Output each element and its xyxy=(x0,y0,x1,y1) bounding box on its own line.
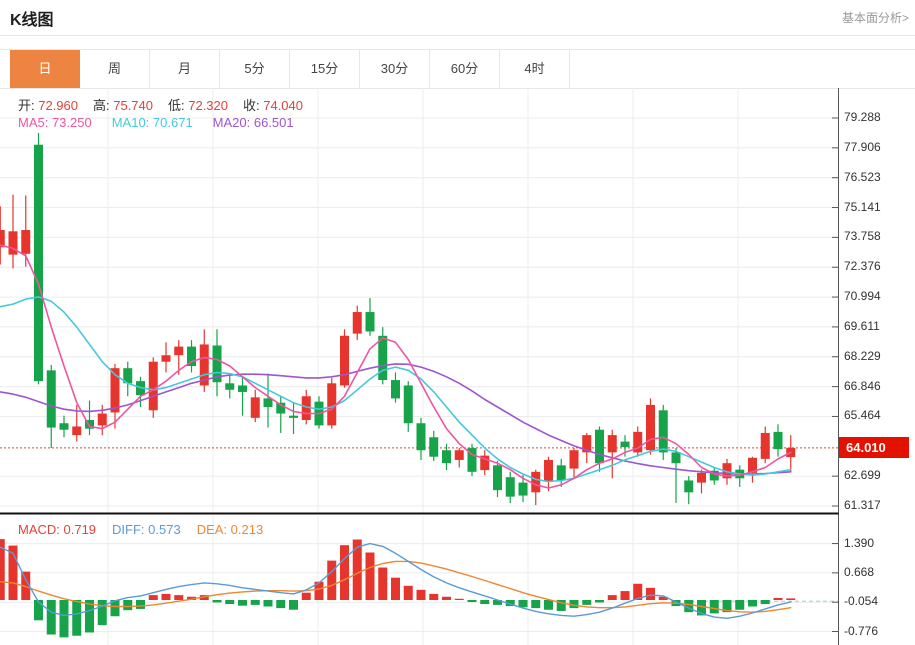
legend-item: MA10: 70.671 xyxy=(112,115,193,130)
axis-tick-label: 65.464 xyxy=(844,408,881,422)
legend-item: 低: 72.320 xyxy=(168,95,228,114)
legend-item: DEA: 0.213 xyxy=(197,522,264,537)
legend-item: MACD: 0.719 xyxy=(18,522,96,537)
ohlc-legend: 开: 72.960 高: 75.740 低: 72.320 收: 74.040 xyxy=(18,95,318,114)
legend-item: MA20: 66.501 xyxy=(213,115,294,130)
axis-tick-label: 75.141 xyxy=(844,200,881,214)
axis-tick-label: 62.699 xyxy=(844,468,881,482)
ma-legend: MA5: 73.250 MA10: 70.671 MA20: 66.501 xyxy=(18,115,314,130)
axis-tick-label: 66.846 xyxy=(844,379,881,393)
axis-tick-label: 68.229 xyxy=(844,349,881,363)
axis-tick-label: -0.776 xyxy=(844,624,878,638)
candles-layer xyxy=(0,133,795,505)
axis-tick-label: 79.288 xyxy=(844,110,881,124)
axis-tick-label: 0.668 xyxy=(844,565,874,579)
legend-item: 开: 72.960 xyxy=(18,95,78,114)
kline-page: K线图 基本面分析> 日周月5分15分30分60分4时 开: 72.960高: … xyxy=(0,0,915,645)
legend-item: DIFF: 0.573 xyxy=(112,522,181,537)
axis-tick-label: 69.611 xyxy=(844,319,880,333)
axis-tick-label: 76.523 xyxy=(844,170,881,184)
legend-item: MA5: 73.250 xyxy=(18,115,92,130)
axis-tick-label: 61.317 xyxy=(844,498,881,512)
macd-legend: MACD: 0.719 DIFF: 0.573 DEA: 0.213 xyxy=(18,522,279,537)
current-price-badge: 64.010 xyxy=(839,437,909,458)
axis-tick-label: 77.906 xyxy=(844,140,881,154)
axis-tick-label: -0.054 xyxy=(844,594,878,608)
legend-item: 高: 75.740 xyxy=(93,95,153,114)
axis-tick-label: 1.390 xyxy=(844,536,874,550)
ma-lines-layer xyxy=(0,245,791,488)
axis-tick-label: 73.758 xyxy=(844,229,881,243)
axis-tick-label: 70.994 xyxy=(844,289,881,303)
axis-tick-label: 72.376 xyxy=(844,259,881,273)
legend-item: 收: 74.040 xyxy=(243,95,303,114)
